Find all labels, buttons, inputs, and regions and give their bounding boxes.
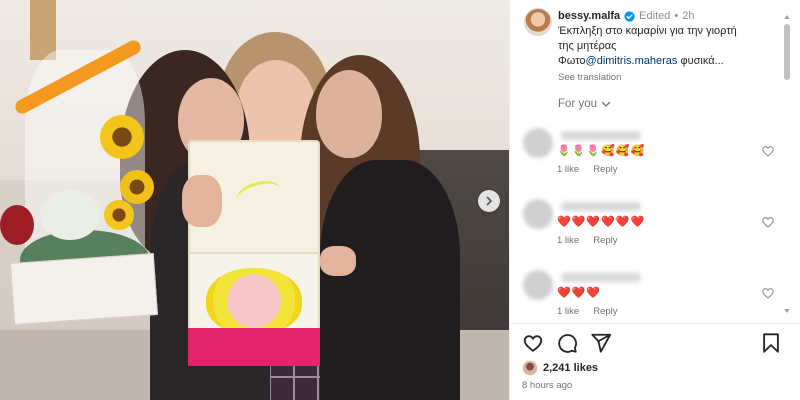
comment-icon[interactable] [556,332,578,354]
post-photo[interactable] [0,0,509,400]
post-time[interactable]: 2h [682,9,694,24]
photo-heart-cake [206,268,302,334]
heart-icon[interactable] [522,332,544,354]
share-icon[interactable] [590,332,612,354]
comment-heart-icon[interactable] [761,215,775,229]
meta-separator: • [674,10,679,22]
bookmark-icon[interactable] [760,332,782,354]
photo-bouquet [0,30,165,300]
likes-row[interactable]: 2,241 likes [522,360,598,376]
photo-hand [182,175,222,227]
comment-reply-button[interactable]: Reply [593,164,617,175]
next-photo-button[interactable] [478,190,500,212]
scroll-down-arrow-icon[interactable] [784,308,790,314]
edited-label: Edited [639,10,671,22]
post-timestamp[interactable]: 8 hours ago [522,380,572,391]
comment-like-count[interactable]: 1 like [557,164,579,175]
chevron-down-icon [601,101,611,107]
comment-heart-icon[interactable] [761,286,775,300]
comment-reply-button[interactable]: Reply [593,235,617,246]
comment-avatar[interactable] [523,199,553,229]
scroll-up-arrow-icon[interactable] [784,14,790,20]
caption-suffix: φυσικά... [677,55,724,67]
caption-prefix: Φωτο [558,55,586,67]
comment-avatar[interactable] [523,128,553,158]
comment-username-blurred [561,273,641,282]
author-avatar[interactable] [524,8,552,36]
scrollbar-thumb[interactable] [784,24,790,80]
comment-heart-icon[interactable] [761,144,775,158]
comment-reply-button[interactable]: Reply [593,306,617,317]
photo-cake-box [188,140,320,366]
comment-item: ❤️❤️❤️❤️❤️❤️ 1 like Reply [523,199,783,255]
comment-username-blurred [561,131,641,140]
likes-count[interactable]: 2,241 likes [543,362,598,374]
comment-like-count[interactable]: 1 like [557,306,579,317]
for-you-dropdown[interactable]: For you [558,98,611,110]
author-username[interactable]: bessy.malfa [558,9,620,24]
for-you-label: For you [558,98,597,110]
comment-like-count[interactable]: 1 like [557,235,579,246]
see-translation-link[interactable]: See translation [558,70,783,85]
caption-line-2: της μητέρας [558,40,617,52]
comment-text: ❤️❤️❤️ [557,286,602,299]
comment-avatar[interactable] [523,270,553,300]
comment-meta: 1 like Reply [557,306,617,317]
comment-text: 🌷🌷🌷🥰🥰🥰 [557,144,646,157]
post-actions-bar [522,332,782,356]
comment-item: 🌷🌷🌷🥰🥰🥰 1 like Reply [523,128,783,184]
actions-divider [509,323,800,324]
caption-line-1: Έκπληξη στο καμαρίνι για την γιορτή [558,25,737,37]
chevron-right-icon [486,196,492,206]
photo-flower-box [10,253,158,325]
comment-meta: 1 like Reply [557,164,617,175]
comments-scrollbar[interactable] [784,14,790,314]
photo-hand [320,246,356,276]
caption-line-3: Φωτο@dimitris.maheras φυσικά... [558,54,783,69]
comment-item: ❤️❤️❤️ 1 like Reply [523,270,783,322]
comment-text: ❤️❤️❤️❤️❤️❤️ [557,215,646,228]
liker-avatar [522,360,538,376]
comment-username-blurred [561,202,641,211]
verified-badge-icon [624,11,635,22]
comment-meta: 1 like Reply [557,235,617,246]
caption-mention-link[interactable]: @dimitris.maheras [586,55,678,67]
